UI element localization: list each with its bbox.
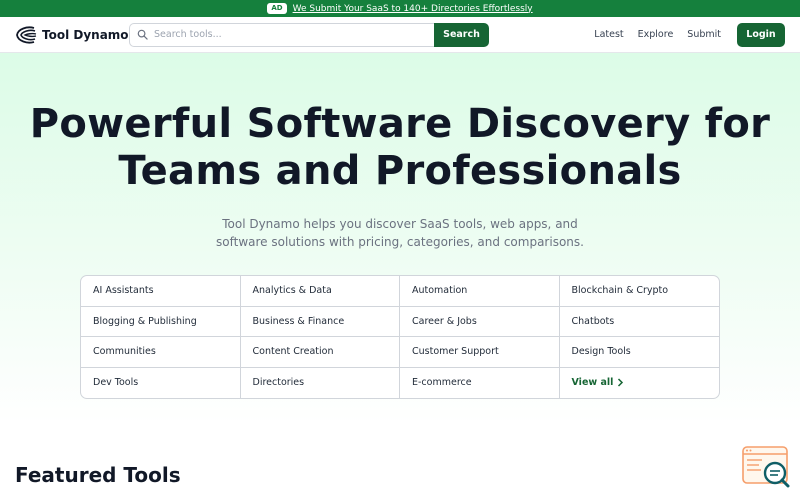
hero-title: Powerful Software Discovery for Teams an… [0, 101, 800, 195]
chevron-right-icon [618, 378, 624, 387]
nav-link-latest[interactable]: Latest [594, 29, 623, 40]
search-icon [137, 29, 148, 40]
brand-name: Tool Dynamo [42, 27, 129, 42]
category-customer-support[interactable]: Customer Support [400, 337, 560, 368]
featured-heading: Featured Tools [15, 463, 181, 487]
view-all-categories-link[interactable]: View all [560, 368, 720, 399]
hero-title-line-1: Powerful Software Discovery for [29, 101, 771, 147]
search-button[interactable]: Search [434, 22, 489, 47]
category-directories[interactable]: Directories [241, 367, 400, 398]
category-career-jobs[interactable]: Career & Jobs [400, 306, 560, 337]
ad-bar: AD We Submit Your SaaS to 140+ Directori… [0, 0, 800, 17]
navbar: Tool Dynamo Search Latest Explore Submit… [0, 17, 800, 53]
category-blogging-publishing[interactable]: Blogging & Publishing [81, 306, 241, 337]
category-automation[interactable]: Automation [400, 276, 560, 307]
category-chatbots[interactable]: Chatbots [559, 307, 719, 337]
category-analytics-data[interactable]: Analytics & Data [240, 276, 400, 307]
category-design-tools[interactable]: Design Tools [559, 337, 719, 368]
category-ai-assistants[interactable]: AI Assistants [81, 276, 241, 307]
login-button[interactable]: Login [737, 22, 785, 47]
search-field[interactable] [129, 22, 434, 47]
category-content-creation[interactable]: Content Creation [240, 337, 400, 368]
nav-link-explore[interactable]: Explore [638, 29, 674, 40]
search-widget-icon [742, 446, 790, 488]
tool-dynamo-logo-icon [16, 26, 37, 43]
view-all-label: View all [571, 377, 614, 389]
hero-title-line-2: Teams and Professionals [118, 148, 682, 194]
search-input[interactable] [154, 29, 414, 40]
category-dev-tools[interactable]: Dev Tools [81, 367, 241, 398]
category-blockchain-crypto[interactable]: Blockchain & Crypto [559, 276, 719, 307]
ad-badge: AD [267, 3, 287, 14]
hero-section: Powerful Software Discovery for Teams an… [0, 53, 800, 423]
category-grid: AI Assistants Analytics & Data Automatio… [80, 275, 720, 399]
search-form: Search [129, 22, 489, 47]
ad-link[interactable]: We Submit Your SaaS to 140+ Directories … [293, 4, 533, 14]
nav-links: Latest Explore Submit Login [580, 22, 785, 47]
brand-logo-link[interactable]: Tool Dynamo [15, 26, 129, 44]
floating-search-widget[interactable] [742, 446, 790, 488]
featured-section: Featured Tools [0, 423, 800, 487]
nav-link-submit[interactable]: Submit [687, 29, 721, 40]
hero-subtitle: Tool Dynamo helps you discover SaaS tool… [216, 217, 584, 249]
category-e-commerce[interactable]: E-commerce [400, 367, 560, 398]
category-communities[interactable]: Communities [81, 337, 241, 368]
category-business-finance[interactable]: Business & Finance [240, 306, 400, 337]
